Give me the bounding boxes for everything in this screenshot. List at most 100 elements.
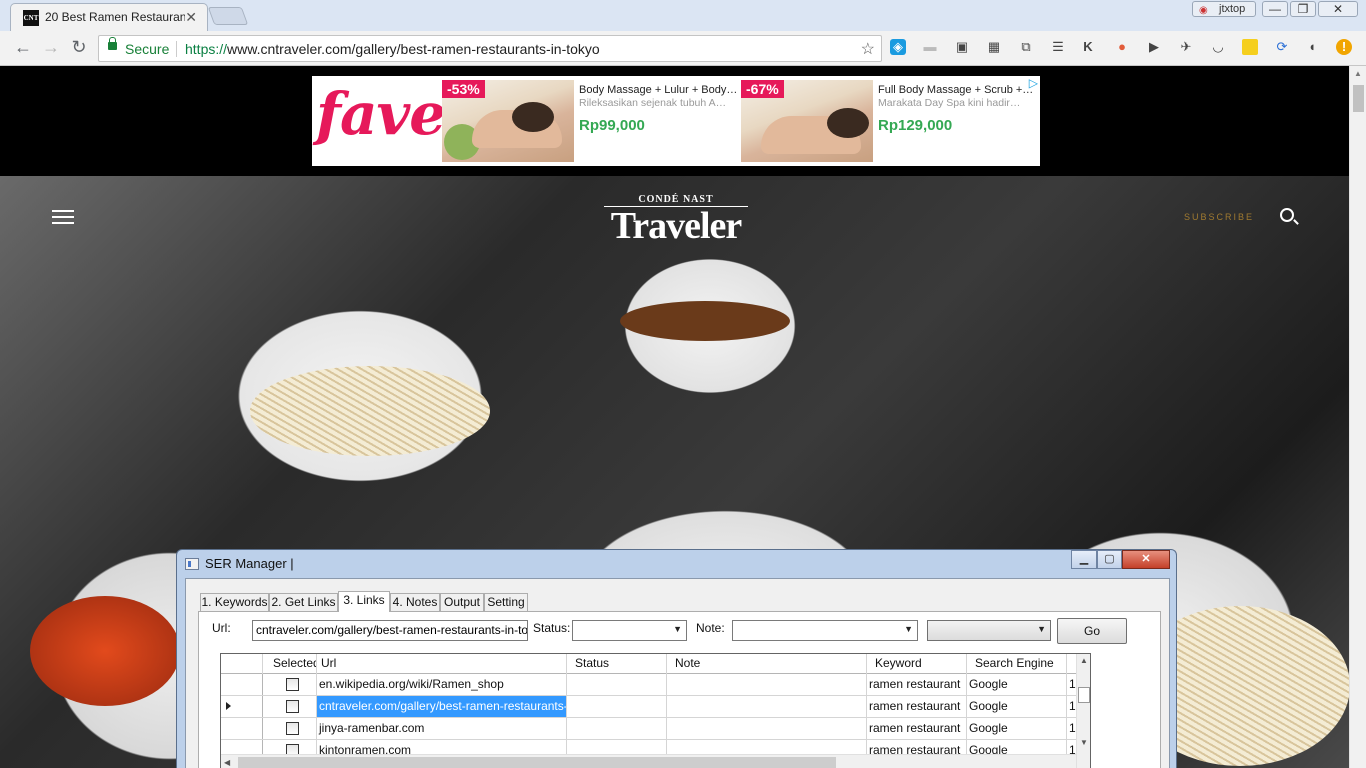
column-header-keyword[interactable]: Keyword xyxy=(867,654,967,674)
pocket-icon[interactable]: ◡ xyxy=(1210,39,1226,55)
dash-icon[interactable]: ▬ xyxy=(922,39,938,55)
engine-cell[interactable]: Google xyxy=(967,696,1067,717)
back-arrow-icon[interactable]: ← xyxy=(12,37,34,58)
url-cell[interactable]: cntraveler.com/gallery/best-ramen-restau… xyxy=(317,696,567,717)
k-icon[interactable]: K xyxy=(1080,39,1096,55)
table-row[interactable]: en.wikipedia.org/wiki/Ramen_shop ramen r… xyxy=(221,674,1076,696)
column-header-selected[interactable]: Selected xyxy=(263,654,317,674)
select-checkbox[interactable] xyxy=(286,722,299,735)
status-cell[interactable] xyxy=(567,718,667,739)
page-scrollbar[interactable]: ▲ xyxy=(1349,66,1366,768)
copy-icon[interactable]: ⧉ xyxy=(1018,39,1034,55)
column-header-url[interactable]: Url xyxy=(317,654,567,674)
new-tab-button[interactable] xyxy=(207,7,249,25)
hamburger-menu-icon[interactable] xyxy=(52,210,74,225)
grid-icon[interactable]: ▦ xyxy=(986,39,1002,55)
row-header[interactable] xyxy=(221,718,263,739)
win-close-button[interactable]: ✕ xyxy=(1122,550,1170,569)
shield-icon[interactable]: ◈ xyxy=(890,39,906,55)
pin-icon[interactable]: ✈ xyxy=(1178,39,1194,55)
scroll-up-icon[interactable]: ▲ xyxy=(1354,69,1362,78)
site-logo[interactable]: Traveler xyxy=(602,204,750,248)
grid-vertical-scrollbar[interactable]: ▲ ▼ xyxy=(1076,654,1090,768)
minimize-button[interactable]: — xyxy=(1262,1,1288,17)
search-icon[interactable] xyxy=(1280,208,1294,222)
url-text[interactable]: https://www.cntraveler.com/gallery/best-… xyxy=(185,41,600,57)
grid-horizontal-scrollbar[interactable]: ◀ xyxy=(221,754,1076,768)
adchoices-icon[interactable]: ▷ xyxy=(1029,76,1038,90)
win-minimize-button[interactable]: ▁ xyxy=(1071,550,1097,569)
tab-close-icon[interactable]: ✕ xyxy=(185,9,197,26)
window-close-button[interactable]: ✕ xyxy=(1318,1,1358,17)
keyword-cell[interactable]: ramen restaurant xyxy=(867,718,967,739)
status-cell[interactable] xyxy=(567,696,667,717)
keyword-cell[interactable]: ramen restaurant xyxy=(867,674,967,695)
engine-cell[interactable]: Google xyxy=(967,718,1067,739)
maximize-button[interactable]: ❐ xyxy=(1290,1,1316,17)
url-host-path: www.cntraveler.com/gallery/best-ramen-re… xyxy=(227,41,600,57)
profile-button[interactable]: ◉ jtxtop xyxy=(1192,1,1256,17)
go-button[interactable]: Go xyxy=(1057,618,1127,644)
note-cell[interactable] xyxy=(667,674,867,695)
select-checkbox[interactable] xyxy=(286,678,299,691)
subscribe-link[interactable]: SUBSCRIBE xyxy=(1184,212,1254,222)
ad-offer-price: Rp99,000 xyxy=(579,117,645,134)
profile-name: jtxtop xyxy=(1219,3,1246,15)
ad-offer-title[interactable]: Full Body Massage + Scrub +… xyxy=(878,84,1036,96)
address-bar[interactable]: Secure https://www.cntraveler.com/galler… xyxy=(98,35,882,62)
column-header-status[interactable]: Status xyxy=(567,654,667,674)
ad-banner[interactable]: fave -53% Body Massage + Lulur + Body… R… xyxy=(312,76,1040,166)
ad-offer-title[interactable]: Body Massage + Lulur + Body… xyxy=(579,84,737,96)
note-icon[interactable]: ■ xyxy=(1242,39,1258,55)
links-grid[interactable]: Selected Url Status Note Keyword Search … xyxy=(220,653,1091,768)
selected-cell xyxy=(263,696,317,717)
tab-get-links[interactable]: 2. Get Links xyxy=(269,593,338,611)
table-row[interactable]: jinya-ramenbar.com ramen restaurant Goog… xyxy=(221,718,1076,740)
ad-discount-badge: -67% xyxy=(741,80,784,98)
scrollbar-thumb[interactable] xyxy=(1353,85,1364,112)
bookmark-star-icon[interactable]: ☆ xyxy=(861,39,875,59)
scroll-left-icon[interactable]: ◀ xyxy=(224,758,230,767)
url-input[interactable]: cntraveler.com/gallery/best-ramen-restau… xyxy=(252,620,528,641)
filter-select[interactable]: ▼ xyxy=(927,620,1051,641)
row-header[interactable] xyxy=(221,674,263,695)
selected-cell xyxy=(263,674,317,695)
note-select[interactable]: ▼ xyxy=(732,620,918,641)
note-cell[interactable] xyxy=(667,718,867,739)
tab-links[interactable]: 3. Links xyxy=(338,591,390,612)
warning-icon[interactable]: ! xyxy=(1336,39,1352,55)
gift-icon[interactable]: ▣ xyxy=(954,39,970,55)
scrollbar-thumb[interactable] xyxy=(1078,687,1090,703)
column-header-note[interactable]: Note xyxy=(667,654,867,674)
reload-icon[interactable]: ↻ xyxy=(68,37,90,58)
tab-setting[interactable]: Setting xyxy=(484,593,528,611)
site-favicon-icon: CNT xyxy=(23,10,39,26)
tab-keywords[interactable]: 1. Keywords xyxy=(200,593,269,611)
grid-header: Selected Url Status Note Keyword Search … xyxy=(221,654,1076,674)
url-cell[interactable]: jinya-ramenbar.com xyxy=(317,718,567,739)
select-checkbox[interactable] xyxy=(286,700,299,713)
scroll-down-icon[interactable]: ▼ xyxy=(1080,738,1088,747)
keyword-cell[interactable]: ramen restaurant xyxy=(867,696,967,717)
table-row[interactable]: cntraveler.com/gallery/best-ramen-restau… xyxy=(221,696,1076,718)
tab-output[interactable]: Output xyxy=(440,593,484,611)
url-cell[interactable]: en.wikipedia.org/wiki/Ramen_shop xyxy=(317,674,567,695)
scroll-up-icon[interactable]: ▲ xyxy=(1080,656,1088,665)
status-cell[interactable] xyxy=(567,674,667,695)
volume-icon[interactable]: ◖ xyxy=(1304,39,1320,55)
scrollbar-thumb[interactable] xyxy=(238,757,836,768)
forward-arrow-icon[interactable]: → xyxy=(40,37,62,58)
row-header[interactable] xyxy=(221,696,263,717)
layers-icon[interactable]: ☰ xyxy=(1050,39,1066,55)
engine-cell[interactable]: Google xyxy=(967,674,1067,695)
browser-tab[interactable]: CNT 20 Best Ramen Restaurants in Tokyo ✕ xyxy=(10,3,208,31)
column-header-search-engine[interactable]: Search Engine xyxy=(967,654,1067,674)
play-icon[interactable]: ▶ xyxy=(1146,39,1162,55)
status-select[interactable]: ▼ xyxy=(572,620,687,641)
tomato-icon[interactable]: ● xyxy=(1114,39,1130,55)
tab-notes[interactable]: 4. Notes xyxy=(390,593,440,611)
sync-icon[interactable]: ⟳ xyxy=(1274,39,1290,55)
note-cell[interactable] xyxy=(667,696,867,717)
win-maximize-button[interactable]: ▢ xyxy=(1097,550,1122,569)
url-label: Url: xyxy=(212,621,231,635)
